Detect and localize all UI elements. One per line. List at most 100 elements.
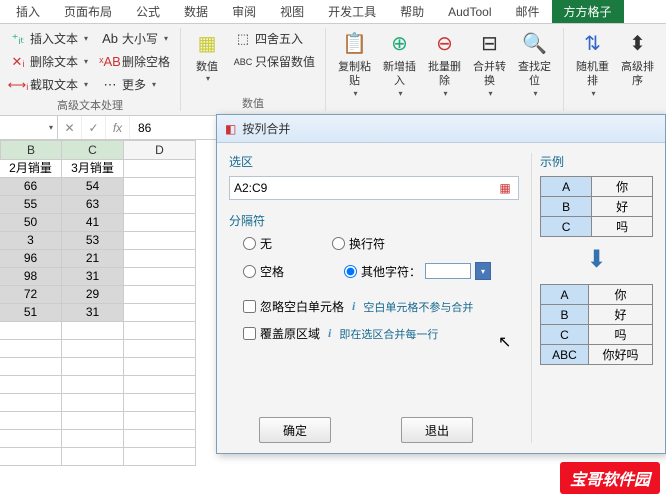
fx-button[interactable]: fx xyxy=(106,116,130,139)
cell-empty[interactable] xyxy=(62,322,124,340)
dialog-titlebar[interactable]: ◧ 按列合并 xyxy=(217,115,665,143)
cell-empty[interactable] xyxy=(124,430,196,448)
cell-header-C[interactable]: 3月销量 xyxy=(62,160,124,178)
cell[interactable]: 31 xyxy=(62,304,124,322)
case-button[interactable]: Ab大小写▾ xyxy=(98,28,174,49)
merge-conv-button[interactable]: ⊟合并转换▾ xyxy=(467,28,512,101)
tab-mail[interactable]: 邮件 xyxy=(504,0,552,23)
batch-del-button[interactable]: ⊖批量删除▾ xyxy=(422,28,467,101)
cell-empty[interactable] xyxy=(124,214,196,232)
col-header-D[interactable]: D xyxy=(124,140,196,160)
cell-empty[interactable] xyxy=(124,412,196,430)
cell-empty[interactable] xyxy=(124,286,196,304)
cell-empty[interactable] xyxy=(0,430,62,448)
cell[interactable]: 55 xyxy=(0,196,62,214)
cell-empty[interactable] xyxy=(124,376,196,394)
find-loc-button[interactable]: 🔍查找定位▾ xyxy=(512,28,557,101)
cell[interactable]: 41 xyxy=(62,214,124,232)
cancel-formula-button[interactable]: ✕ xyxy=(58,116,82,139)
cell-empty[interactable] xyxy=(124,358,196,376)
cell-empty[interactable] xyxy=(0,340,62,358)
cell[interactable]: 63 xyxy=(62,196,124,214)
cell[interactable]: 31 xyxy=(62,268,124,286)
insert-text-button[interactable]: ⁺ᵢₜ插入文本▾ xyxy=(6,28,92,49)
cell-empty[interactable] xyxy=(124,340,196,358)
cell-empty[interactable] xyxy=(124,196,196,214)
tab-fangfang[interactable]: 方方格子 xyxy=(552,0,624,23)
cell-empty[interactable] xyxy=(124,448,196,466)
cell-empty[interactable] xyxy=(62,412,124,430)
cell-empty[interactable] xyxy=(124,250,196,268)
cell-empty[interactable] xyxy=(0,412,62,430)
accept-formula-button[interactable]: ✓ xyxy=(82,116,106,139)
cell-empty[interactable] xyxy=(0,394,62,412)
cell[interactable]: 29 xyxy=(62,286,124,304)
cell[interactable]: 72 xyxy=(0,286,62,304)
cell[interactable]: 98 xyxy=(0,268,62,286)
tab-developer[interactable]: 开发工具 xyxy=(316,0,388,23)
cell[interactable]: 21 xyxy=(62,250,124,268)
round-button[interactable]: ⬚四舍五入 xyxy=(231,28,319,49)
cell-empty[interactable] xyxy=(62,376,124,394)
cell[interactable]: 66 xyxy=(0,178,62,196)
tab-insert[interactable]: 插入 xyxy=(4,0,52,23)
other-dropdown-button[interactable]: ▾ xyxy=(475,262,491,280)
col-header-B[interactable]: B xyxy=(0,140,62,160)
delete-text-button[interactable]: ✕ᵢ删除文本▾ xyxy=(6,51,92,72)
tab-review[interactable]: 审阅 xyxy=(220,0,268,23)
cell[interactable]: 53 xyxy=(62,232,124,250)
cell-empty[interactable] xyxy=(62,340,124,358)
cell[interactable]: 51 xyxy=(0,304,62,322)
cell-empty[interactable] xyxy=(0,376,62,394)
cancel-button[interactable]: 退出 xyxy=(401,417,473,443)
radio-newline[interactable]: 换行符 xyxy=(332,235,385,252)
tab-page-layout[interactable]: 页面布局 xyxy=(52,0,124,23)
tab-audtool[interactable]: AudTool xyxy=(436,2,503,22)
check-ignore-blank[interactable]: 忽略空白单元格 xyxy=(243,298,344,315)
cell-empty[interactable] xyxy=(62,430,124,448)
cell-empty[interactable] xyxy=(124,232,196,250)
adv-sort-button[interactable]: ⬍高级排序 xyxy=(615,28,660,91)
cell[interactable]: 96 xyxy=(0,250,62,268)
cell[interactable]: 54 xyxy=(62,178,124,196)
cell-empty[interactable] xyxy=(124,160,196,178)
cell-empty[interactable] xyxy=(124,322,196,340)
name-box[interactable]: ▾ xyxy=(0,116,58,139)
cell-empty[interactable] xyxy=(0,358,62,376)
trim-text-button[interactable]: ⟷ᵢ截取文本▾ xyxy=(6,74,92,95)
cell-empty[interactable] xyxy=(124,394,196,412)
more-button[interactable]: ⋯更多▾ xyxy=(98,74,174,95)
cell-empty[interactable] xyxy=(124,304,196,322)
radio-space[interactable]: 空格 xyxy=(243,263,284,280)
radio-none[interactable]: 无 xyxy=(243,235,272,252)
cell-empty[interactable] xyxy=(124,178,196,196)
cell-empty[interactable] xyxy=(62,448,124,466)
cell[interactable]: 50 xyxy=(0,214,62,232)
col-header-C[interactable]: C xyxy=(62,140,124,160)
keep-num-button[interactable]: ABC只保留数值 xyxy=(231,51,319,72)
cell-empty[interactable] xyxy=(62,394,124,412)
formula-value[interactable]: 86 xyxy=(130,121,159,135)
number-button[interactable]: ▦ 数值 ▾ xyxy=(187,28,227,87)
range-picker-icon[interactable]: ▦ xyxy=(496,180,514,196)
ok-button[interactable]: 确定 xyxy=(259,417,331,443)
other-char-input[interactable] xyxy=(425,263,471,279)
range-input[interactable]: ▦ xyxy=(229,176,519,200)
check-overwrite[interactable]: 覆盖原区域 xyxy=(243,325,320,342)
cell-empty[interactable] xyxy=(62,358,124,376)
tab-view[interactable]: 视图 xyxy=(268,0,316,23)
cell-empty[interactable] xyxy=(0,448,62,466)
cell-header-B[interactable]: 2月销量 xyxy=(0,160,62,178)
delete-space-button[interactable]: ˣAB删除空格 xyxy=(98,51,174,72)
cell-empty[interactable] xyxy=(124,268,196,286)
tab-data[interactable]: 数据 xyxy=(172,0,220,23)
copy-paste-button[interactable]: 📋复制粘贴▾ xyxy=(332,28,377,101)
random-button[interactable]: ⇅随机重排▾ xyxy=(570,28,615,101)
tab-formulas[interactable]: 公式 xyxy=(124,0,172,23)
tab-help[interactable]: 帮助 xyxy=(388,0,436,23)
new-insert-button[interactable]: ⊕新增插入▾ xyxy=(377,28,422,101)
radio-other[interactable]: 其他字符： ▾ xyxy=(344,262,491,280)
range-field[interactable] xyxy=(234,181,496,195)
cell-empty[interactable] xyxy=(0,322,62,340)
cell[interactable]: 3 xyxy=(0,232,62,250)
